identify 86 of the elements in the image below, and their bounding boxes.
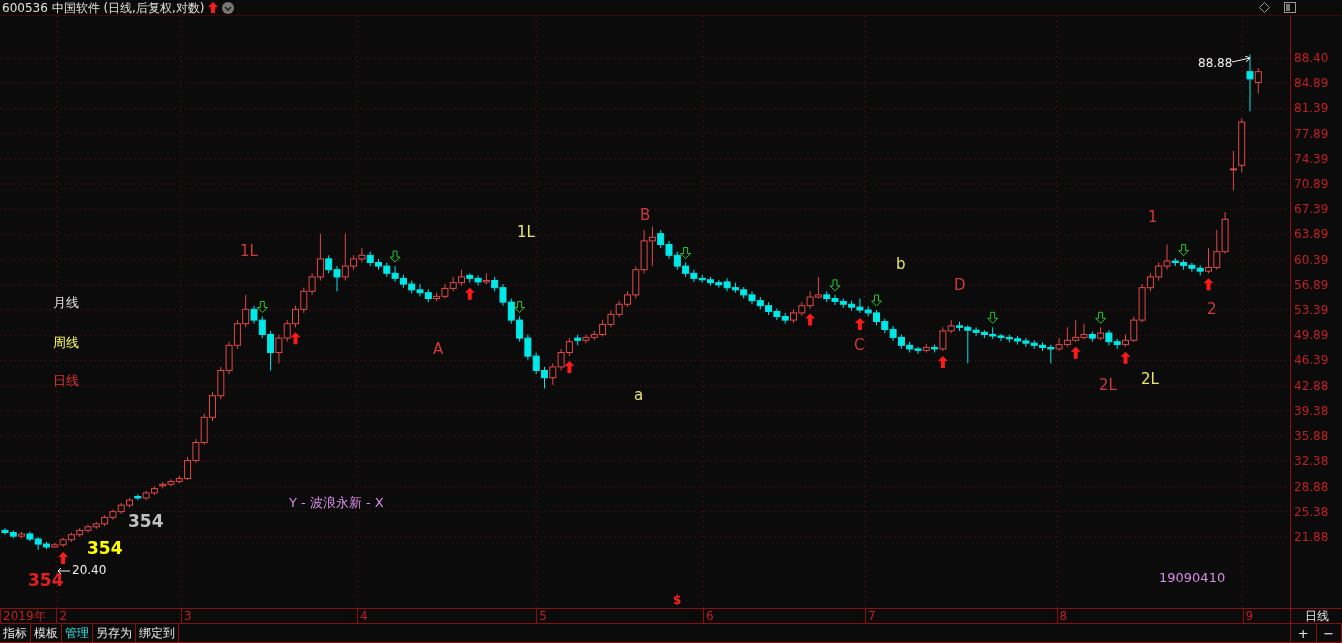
buy-arrow-icon (58, 551, 69, 564)
caption-label: 19090410 (1159, 571, 1226, 584)
wave-label: b (896, 257, 906, 273)
buy-arrow-icon (937, 356, 948, 369)
price-tick-label: 67.39 (1294, 203, 1329, 216)
price-tick-label: 74.39 (1294, 152, 1329, 165)
callout-label: 20.40 (72, 564, 107, 576)
price-tick-label: 53.39 (1294, 304, 1329, 317)
legend-label: 日线 (53, 374, 79, 387)
date-axis-label: 8 (1056, 609, 1068, 624)
toolbar-tab[interactable]: 另存为 (93, 624, 136, 642)
buy-arrow-icon (1203, 278, 1214, 291)
wave-label: A (433, 342, 444, 358)
diamond-icon[interactable] (1259, 2, 1270, 13)
price-tick-label: 81.39 (1294, 102, 1329, 115)
buy-arrow-icon (805, 313, 816, 326)
legend-label: 周线 (53, 336, 79, 349)
date-axis-label: 6 (703, 609, 714, 624)
price-tick-label: 25.38 (1294, 505, 1329, 518)
caption-label: Y - 波浪永新 - X (289, 496, 384, 509)
date-axis-label: 2 (56, 609, 68, 624)
toolbar-tab[interactable]: 管理 (62, 624, 93, 642)
date-axis-label: 7 (864, 609, 876, 624)
date-axis-label: 2019年 (0, 609, 46, 624)
period-label[interactable]: 日线 (1290, 609, 1342, 623)
chevron-down-icon[interactable] (222, 1, 235, 14)
sell-arrow-icon (256, 301, 268, 313)
date-axis-label: 4 (356, 609, 368, 624)
pointer-arrow-icon (1232, 56, 1252, 64)
sell-arrow-icon (680, 247, 692, 259)
count-label: 354 (28, 572, 64, 589)
up-arrow-icon (208, 2, 219, 13)
legend-label: 月线 (53, 296, 79, 309)
buy-arrow-icon (464, 287, 475, 300)
count-label: 354 (87, 540, 123, 557)
toolbar-tab[interactable]: 绑定到 (136, 624, 179, 642)
price-tick-label: 77.89 (1294, 127, 1329, 140)
wave-label: 2L (1141, 372, 1159, 388)
price-tick-label: 49.89 (1294, 329, 1329, 342)
wave-label: 2L (1099, 377, 1117, 393)
sell-arrow-icon (1178, 244, 1190, 257)
date-axis-label: 3 (180, 609, 192, 624)
marker-symbol: $ (673, 594, 682, 606)
wave-label: 1L (517, 224, 535, 240)
wave-label: 1 (1148, 209, 1158, 225)
wave-label: a (634, 388, 644, 404)
price-tick-label: 28.88 (1294, 480, 1329, 493)
sell-arrow-icon (514, 301, 526, 313)
price-tick-label: 39.38 (1294, 404, 1329, 417)
count-label: 354 (128, 512, 164, 530)
price-tick-label: 32.38 (1294, 455, 1329, 468)
zoom-out-button[interactable]: − (1316, 624, 1342, 642)
chart-title: 600536 中国软件 (日线,后复权,对数) (2, 1, 205, 14)
left-arrow-icon (57, 567, 70, 575)
sell-arrow-icon (871, 294, 882, 307)
wave-label: 2 (1207, 302, 1217, 318)
price-tick-label: 42.88 (1294, 379, 1329, 392)
buy-arrow-icon (1070, 346, 1081, 359)
callout-label: 88.88 (1198, 57, 1233, 70)
wave-label: D (954, 277, 966, 293)
sell-arrow-icon (389, 250, 401, 263)
zoom-in-button[interactable]: + (1291, 624, 1317, 642)
panel-icon[interactable] (1284, 2, 1296, 13)
wave-label: B (640, 208, 651, 224)
buy-arrow-icon (564, 361, 575, 374)
price-tick-label: 46.39 (1294, 354, 1329, 367)
toolbar-tab[interactable]: 指标 (0, 624, 31, 642)
buy-arrow-icon (1120, 351, 1131, 364)
buy-arrow-icon (854, 317, 865, 330)
sell-arrow-icon (987, 311, 999, 324)
price-tick-label: 88.40 (1294, 51, 1329, 64)
price-tick-label: 35.88 (1294, 430, 1329, 443)
price-tick-label: 70.89 (1294, 178, 1329, 191)
sell-arrow-icon (829, 279, 841, 292)
wave-label: C (854, 338, 865, 354)
date-axis-label: 9 (1242, 609, 1254, 624)
price-tick-label: 60.39 (1294, 253, 1329, 266)
price-tick-label: 56.89 (1294, 278, 1329, 291)
date-axis-label: 5 (536, 609, 547, 624)
price-tick-label: 63.89 (1294, 228, 1329, 241)
buy-arrow-icon (290, 332, 301, 345)
wave-label: 1L (240, 244, 258, 260)
price-tick-label: 21.88 (1294, 531, 1329, 543)
sell-arrow-icon (1095, 311, 1107, 324)
price-tick-label: 84.89 (1294, 77, 1329, 90)
toolbar-tab[interactable]: 模板 (31, 624, 62, 642)
